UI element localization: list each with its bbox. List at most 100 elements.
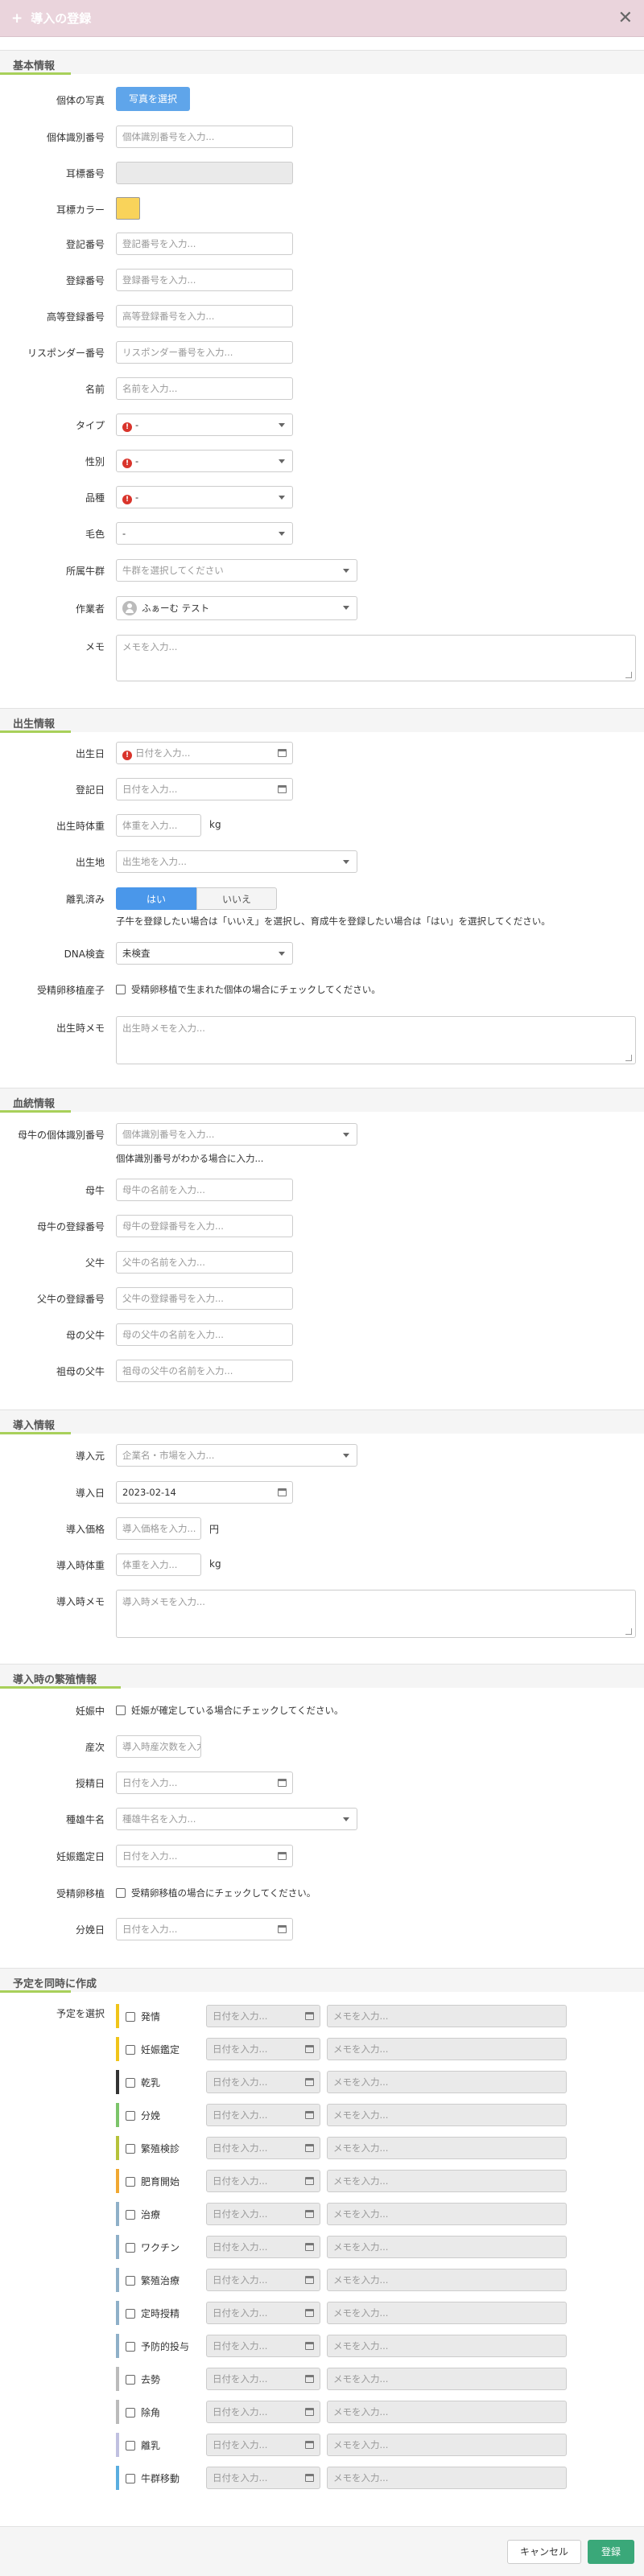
schedule-memo-input[interactable]: メモを入力... — [327, 2170, 567, 2192]
schedule-checkbox[interactable] — [126, 2110, 135, 2121]
schedule-checkbox[interactable] — [126, 2209, 135, 2220]
birth-weight-input[interactable]: 体重を入力... — [116, 814, 201, 837]
schedule-checkbox[interactable] — [126, 2374, 135, 2385]
resize-handle-icon[interactable] — [625, 1628, 632, 1635]
calendar-icon[interactable] — [278, 749, 287, 757]
schedule-date-input[interactable]: 日付を入力... — [206, 2269, 320, 2291]
sire-input[interactable]: 父牛の名前を入力... — [116, 1251, 293, 1274]
calendar-icon[interactable] — [305, 2342, 314, 2350]
schedule-date-input[interactable]: 日付を入力... — [206, 2302, 320, 2324]
weaned-no-button[interactable]: いいえ — [196, 887, 277, 910]
et-birth-checkbox-row[interactable]: 受精卵移植で生まれた個体の場合にチェックしてください。 — [116, 983, 381, 996]
schedule-checkbox-row[interactable]: 乾乳 — [126, 2076, 160, 2089]
close-icon[interactable]: ✕ — [618, 8, 633, 28]
schedule-checkbox-row[interactable]: 発情 — [126, 2010, 160, 2023]
save-button[interactable]: 登録 — [588, 2540, 634, 2564]
schedule-checkbox-row[interactable]: 治療 — [126, 2208, 160, 2221]
schedule-date-input[interactable]: 日付を入力... — [206, 2368, 320, 2390]
source-select[interactable]: 企業名・市場を入力... — [116, 1444, 357, 1467]
et-birth-checkbox[interactable] — [116, 985, 126, 994]
schedule-checkbox[interactable] — [126, 2407, 135, 2418]
schedule-memo-input[interactable]: メモを入力... — [327, 2269, 567, 2291]
schedule-date-input[interactable]: 日付を入力... — [206, 2236, 320, 2258]
birth-date-input[interactable]: ! 日付を入力... — [116, 742, 293, 764]
schedule-memo-input[interactable]: メモを入力... — [327, 2038, 567, 2060]
select-photo-button[interactable]: 写真を選択 — [116, 87, 190, 111]
schedule-checkbox-row[interactable]: 離乳 — [126, 2438, 160, 2452]
worker-select[interactable]: ふぁーむ テスト — [116, 596, 357, 620]
calendar-icon[interactable] — [305, 2177, 314, 2185]
calving-date-input[interactable]: 日付を入力... — [116, 1918, 293, 1940]
calendar-icon[interactable] — [305, 2309, 314, 2317]
schedule-checkbox-row[interactable]: 定時授精 — [126, 2306, 180, 2320]
schedule-date-input[interactable]: 日付を入力... — [206, 2071, 320, 2093]
price-input[interactable]: 導入価格を入力... — [116, 1517, 201, 1540]
calendar-icon[interactable] — [305, 2276, 314, 2284]
et-checkbox[interactable] — [116, 1888, 126, 1898]
calendar-icon[interactable] — [278, 1488, 287, 1496]
preg-date-input[interactable]: 日付を入力... — [116, 1845, 293, 1867]
schedule-checkbox-row[interactable]: 肥育開始 — [126, 2175, 180, 2188]
pregnant-checkbox-row[interactable]: 妊娠が確定している場合にチェックしてください。 — [116, 1704, 343, 1717]
name-input[interactable]: 名前を入力... — [116, 377, 293, 400]
schedule-date-input[interactable]: 日付を入力... — [206, 2170, 320, 2192]
dam-reg-input[interactable]: 母牛の登録番号を入力... — [116, 1215, 293, 1237]
calendar-icon[interactable] — [278, 1779, 287, 1787]
schedule-checkbox-row[interactable]: 繁殖検診 — [126, 2142, 180, 2155]
calendar-icon[interactable] — [305, 2045, 314, 2053]
id-input[interactable]: 個体識別番号を入力... — [116, 126, 293, 148]
schedule-checkbox-row[interactable]: 除角 — [126, 2405, 160, 2419]
schedule-memo-input[interactable]: メモを入力... — [327, 2236, 567, 2258]
schedule-memo-input[interactable]: メモを入力... — [327, 2104, 567, 2126]
schedule-checkbox[interactable] — [126, 2473, 135, 2483]
schedule-checkbox[interactable] — [126, 2275, 135, 2286]
schedule-checkbox-row[interactable]: 予防的投与 — [126, 2339, 189, 2353]
calendar-icon[interactable] — [305, 2441, 314, 2449]
calendar-icon[interactable] — [305, 2078, 314, 2086]
registration-input[interactable]: 登録番号を入力... — [116, 269, 293, 291]
et-checkbox-row[interactable]: 受精卵移植の場合にチェックしてください。 — [116, 1887, 316, 1899]
calendar-icon[interactable] — [305, 2210, 314, 2218]
schedule-checkbox[interactable] — [126, 2077, 135, 2088]
schedule-checkbox-row[interactable]: 妊娠鑑定 — [126, 2043, 180, 2056]
high-reg-input[interactable]: 高等登録番号を入力... — [116, 305, 293, 327]
responder-input[interactable]: リスポンダー番号を入力... — [116, 341, 293, 364]
calendar-icon[interactable] — [305, 2243, 314, 2251]
schedule-date-input[interactable]: 日付を入力... — [206, 2335, 320, 2357]
calendar-icon[interactable] — [278, 1925, 287, 1933]
calendar-icon[interactable] — [305, 2144, 314, 2152]
schedule-checkbox-row[interactable]: 去勢 — [126, 2372, 160, 2386]
birth-memo-textarea[interactable]: 出生時メモを入力... — [116, 1016, 636, 1064]
schedule-memo-input[interactable]: メモを入力... — [327, 2302, 567, 2324]
schedule-memo-input[interactable]: メモを入力... — [327, 2203, 567, 2225]
intro-weight-input[interactable]: 体重を入力... — [116, 1553, 201, 1576]
schedule-checkbox-row[interactable]: ワクチン — [126, 2241, 180, 2254]
dam-id-select[interactable]: 個体識別番号を入力... — [116, 1123, 357, 1146]
gdam-sire-input[interactable]: 祖母の父牛の名前を入力... — [116, 1360, 293, 1382]
insem-date-input[interactable]: 日付を入力... — [116, 1772, 293, 1794]
intro-memo-textarea[interactable]: 導入時メモを入力... — [116, 1590, 636, 1638]
reg-date-input[interactable]: 日付を入力... — [116, 778, 293, 800]
schedule-checkbox[interactable] — [126, 2044, 135, 2055]
schedule-date-input[interactable]: 日付を入力... — [206, 2434, 320, 2456]
schedule-date-input[interactable]: 日付を入力... — [206, 2401, 320, 2423]
schedule-checkbox[interactable] — [126, 2242, 135, 2253]
breed-select[interactable]: ! - — [116, 486, 293, 508]
schedule-date-input[interactable]: 日付を入力... — [206, 2137, 320, 2159]
schedule-date-input[interactable]: 日付を入力... — [206, 2467, 320, 2489]
calendar-icon[interactable] — [305, 2474, 314, 2482]
calendar-icon[interactable] — [305, 2012, 314, 2020]
schedule-memo-input[interactable]: メモを入力... — [327, 2401, 567, 2423]
schedule-checkbox[interactable] — [126, 2176, 135, 2187]
calendar-icon[interactable] — [305, 2111, 314, 2119]
schedule-checkbox[interactable] — [126, 2143, 135, 2154]
pregnant-checkbox[interactable] — [116, 1706, 126, 1715]
schedule-memo-input[interactable]: メモを入力... — [327, 2137, 567, 2159]
schedule-date-input[interactable]: 日付を入力... — [206, 2104, 320, 2126]
calendar-icon[interactable] — [278, 785, 287, 793]
calendar-icon[interactable] — [305, 2375, 314, 2383]
reg-input[interactable]: 登記番号を入力... — [116, 232, 293, 255]
schedule-checkbox-row[interactable]: 牛群移動 — [126, 2471, 180, 2485]
birth-place-select[interactable]: 出生地を入力... — [116, 850, 357, 873]
dam-sire-input[interactable]: 母の父牛の名前を入力... — [116, 1323, 293, 1346]
